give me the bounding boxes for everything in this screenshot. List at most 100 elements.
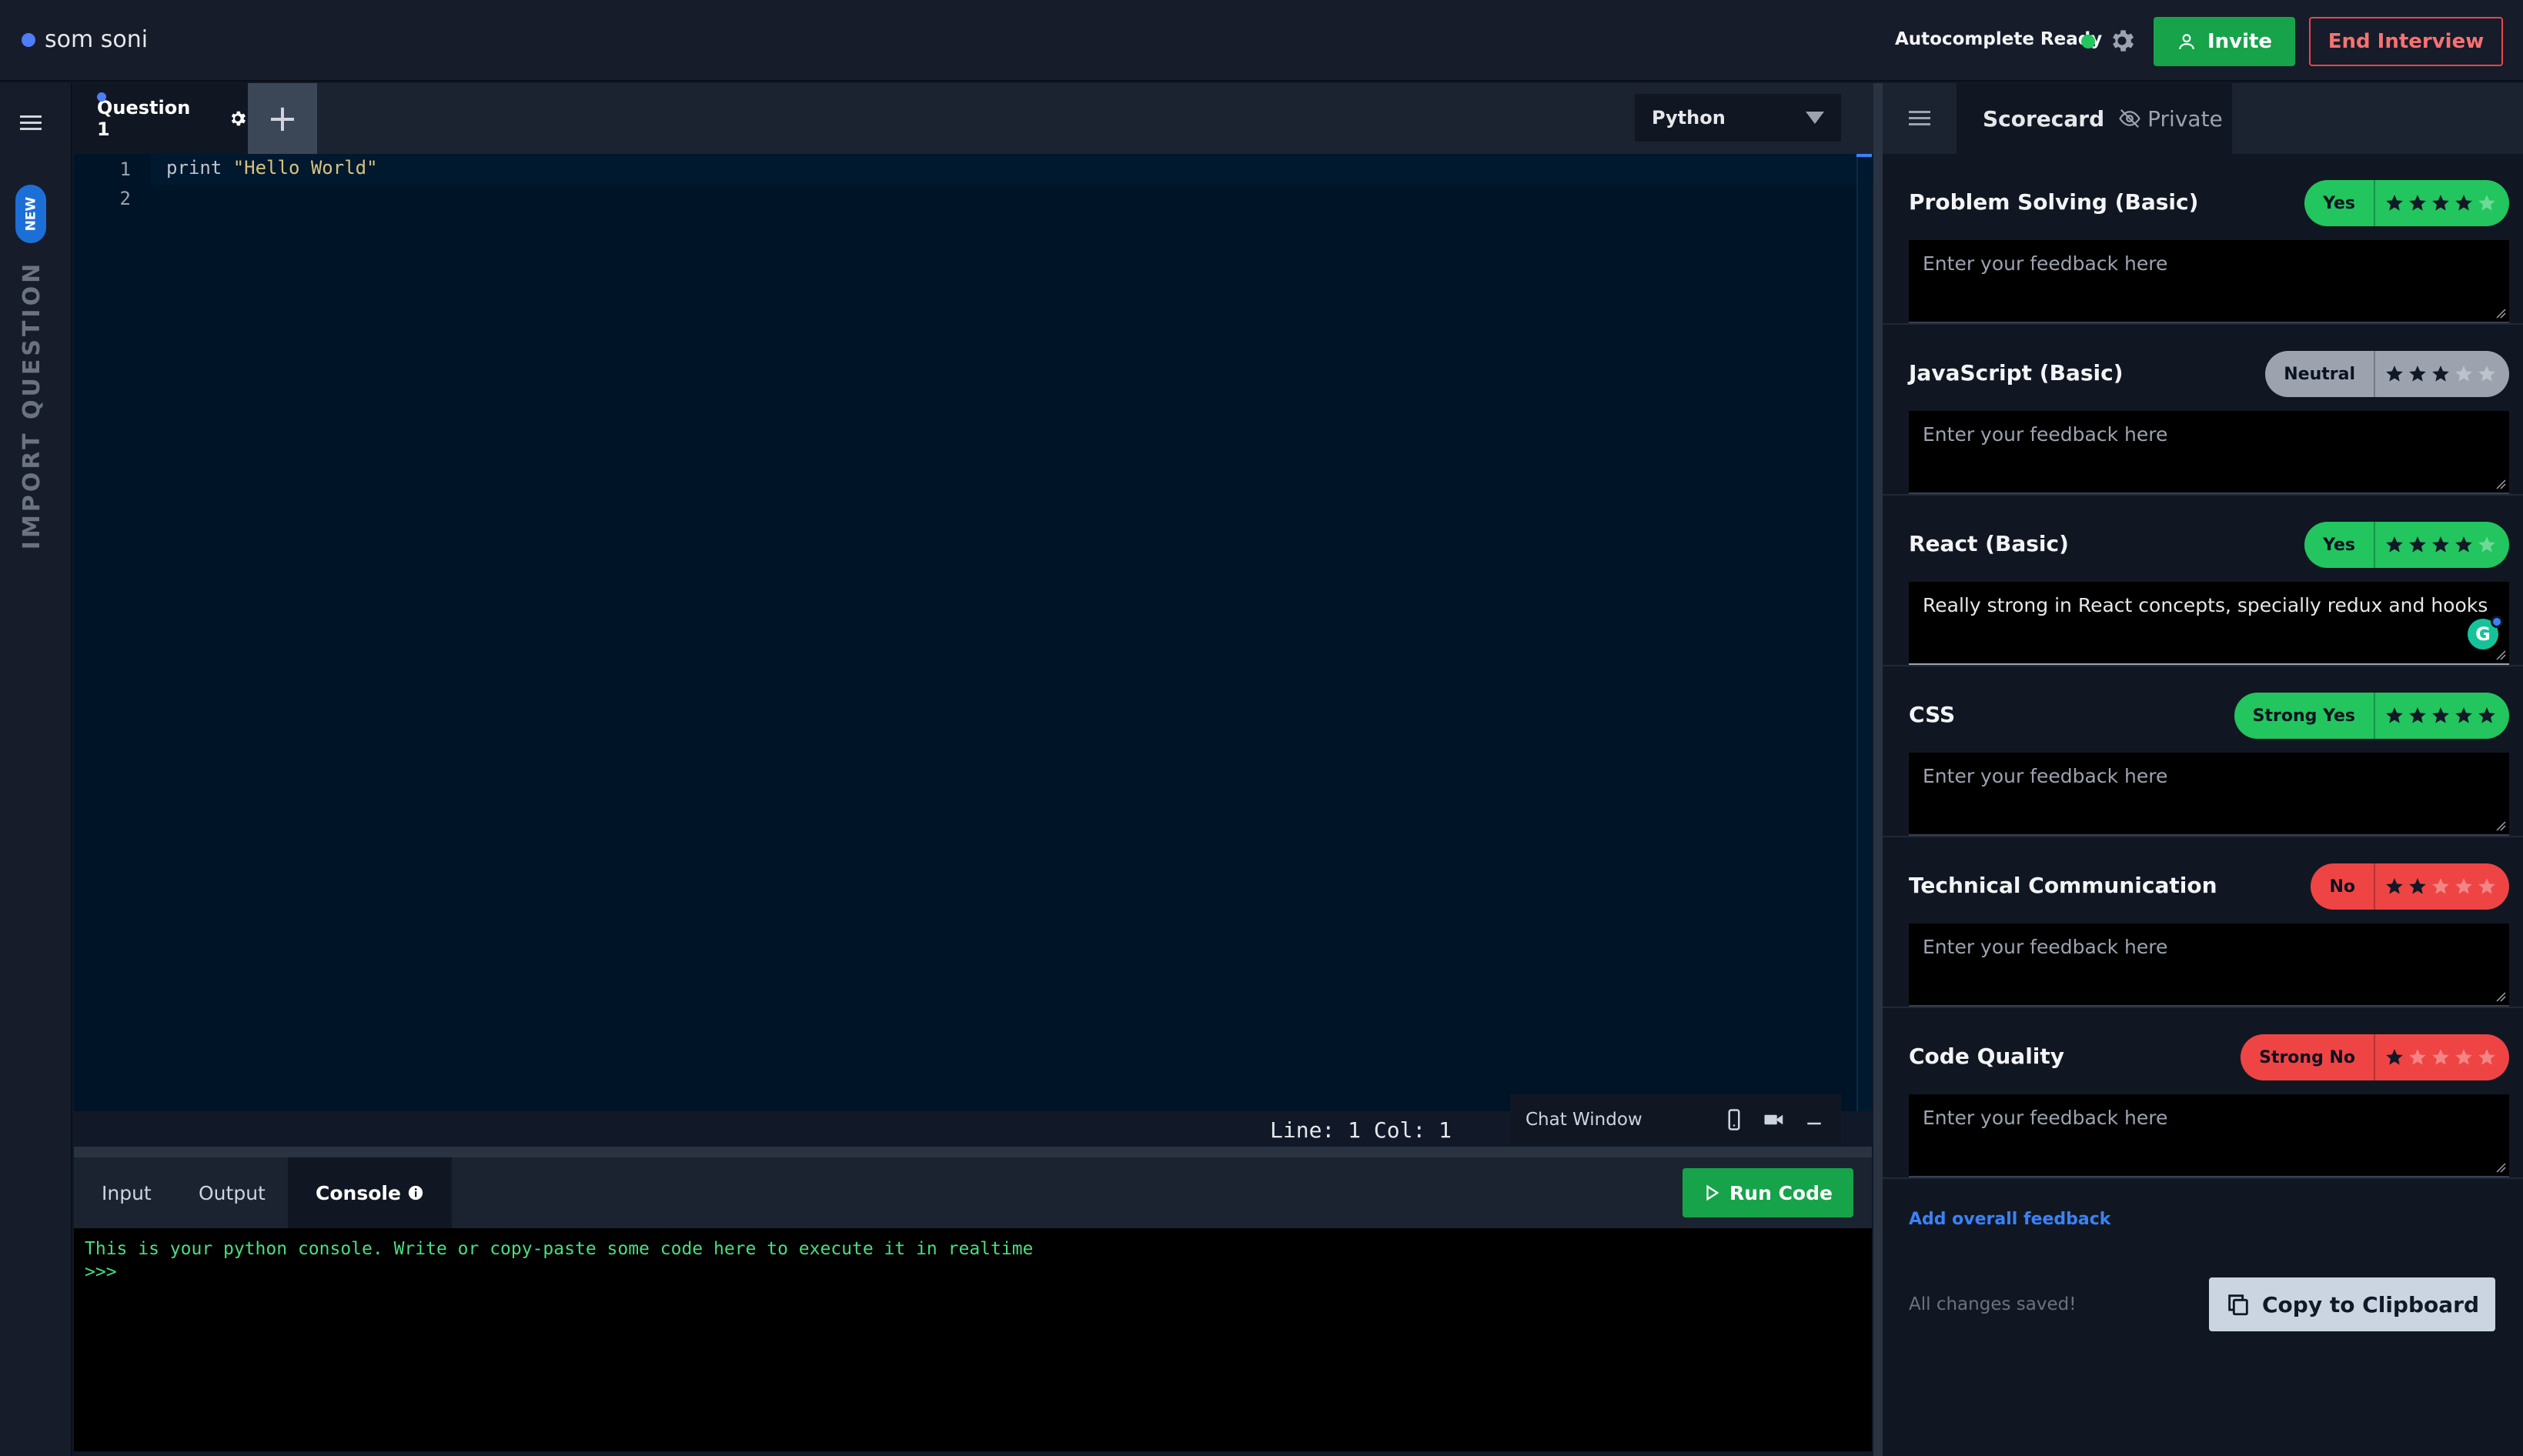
autocomplete-status: Autocomplete Ready [1895,29,2103,49]
star-icon[interactable] [2454,1047,2474,1067]
star-icon[interactable] [2454,364,2474,384]
code-editor[interactable]: 1 2 print "Hello World" [74,154,1929,1111]
star-icon[interactable] [2454,535,2474,555]
star-rating[interactable] [2374,863,2509,910]
tab-output[interactable]: Output [171,1157,293,1228]
private-indicator: Private [2118,106,2223,132]
star-icon[interactable] [2384,535,2404,555]
resize-handle-icon[interactable] [2495,650,2506,660]
feedback-textarea[interactable]: Enter your feedback here [1909,240,2509,323]
resize-handle-icon[interactable] [2495,991,2506,1002]
play-icon [1706,1184,1719,1201]
star-icon[interactable] [2431,364,2451,384]
import-question-button[interactable]: IMPORT QUESTION [17,243,48,566]
star-icon[interactable] [2431,535,2451,555]
rating-control[interactable]: Strong Yes [2234,693,2509,739]
star-icon[interactable] [2477,364,2497,384]
language-select[interactable]: Python [1635,94,1841,142]
feedback-textarea[interactable]: Really strong in React concepts, special… [1909,582,2509,665]
feedback-textarea[interactable]: Enter your feedback here [1909,1094,2509,1177]
star-icon[interactable] [2477,193,2497,213]
star-rating[interactable] [2374,693,2509,739]
tab-label: Question 1 [97,97,191,140]
tab-input[interactable]: Input [74,1157,179,1228]
add-overall-feedback-link[interactable]: Add overall feedback [1909,1210,2110,1229]
invite-button[interactable]: Invite [2154,17,2295,66]
star-icon[interactable] [2408,877,2428,897]
settings-gear-icon[interactable] [2107,26,2137,55]
star-icon[interactable] [2477,1047,2497,1067]
tab-settings-gear-icon[interactable] [228,109,248,129]
star-icon[interactable] [2454,193,2474,213]
star-icon[interactable] [2384,1047,2404,1067]
code-line[interactable]: print "Hello World" [166,157,378,179]
skill-name: Problem Solving (Basic) [1909,189,2199,215]
menu-icon[interactable] [20,114,42,132]
star-icon[interactable] [2477,877,2497,897]
editor-scrollbar[interactable] [1856,154,1872,1111]
tab-input-label: Input [102,1181,152,1204]
star-icon[interactable] [2384,193,2404,213]
star-icon[interactable] [2431,193,2451,213]
feedback-textarea[interactable]: Enter your feedback here [1909,923,2509,1007]
star-icon[interactable] [2454,706,2474,726]
rating-control[interactable]: Yes [2304,522,2509,568]
left-rail: NEW IMPORT QUESTION [0,83,72,1456]
resize-handle-icon[interactable] [2495,1162,2506,1173]
rating-control[interactable]: Neutral [2265,351,2509,397]
resize-handle-icon[interactable] [2495,479,2506,489]
end-interview-button[interactable]: End Interview [2309,17,2503,66]
run-code-button[interactable]: Run Code [1683,1168,1853,1217]
language-value: Python [1652,107,1726,129]
rating-control[interactable]: Yes [2304,180,2509,226]
rating-control[interactable]: No [2311,863,2509,910]
vertical-splitter[interactable] [1873,83,1883,1456]
star-icon[interactable] [2408,535,2428,555]
resize-handle-icon[interactable] [2495,308,2506,319]
minimize-icon[interactable] [1803,1108,1826,1131]
line-number: 1 [119,159,131,180]
star-icon[interactable] [2431,1047,2451,1067]
resize-handle-icon[interactable] [2495,820,2506,831]
feedback-text: Really strong in React concepts, special… [1923,594,2488,616]
star-rating[interactable] [2374,351,2509,397]
star-icon[interactable] [2408,193,2428,213]
star-icon[interactable] [2431,877,2451,897]
star-icon[interactable] [2477,535,2497,555]
skill-block: React (Basic) Yes Really strong in React c… [1883,496,2523,666]
star-icon[interactable] [2408,1047,2428,1067]
chat-window-bar[interactable]: Chat Window [1510,1094,1841,1145]
tab-console[interactable]: Console [288,1157,452,1228]
star-rating[interactable] [2374,1034,2509,1080]
star-icon[interactable] [2408,706,2428,726]
star-icon[interactable] [2431,706,2451,726]
console-prompt: >>> [85,1262,117,1282]
star-icon[interactable] [2384,364,2404,384]
console-line: This is your python console. Write or co… [85,1239,1034,1259]
scorecard-menu-icon[interactable] [1909,109,1930,128]
star-icon[interactable] [2408,364,2428,384]
tab-question-1[interactable]: Question 1 [74,83,248,154]
star-icon[interactable] [2454,877,2474,897]
video-camera-icon[interactable] [1763,1108,1786,1131]
tab-scorecard[interactable]: Scorecard Private [1957,83,2232,154]
star-icon[interactable] [2384,706,2404,726]
star-icon[interactable] [2384,877,2404,897]
feedback-placeholder: Enter your feedback here [1923,936,2168,958]
rating-label: No [2329,877,2355,897]
rating-control[interactable]: Strong No [2241,1034,2509,1080]
star-icon[interactable] [2477,706,2497,726]
python-console[interactable]: This is your python console. Write or co… [74,1228,1872,1451]
phone-icon[interactable] [1723,1108,1746,1131]
feedback-placeholder: Enter your feedback here [1923,765,2168,787]
feedback-textarea[interactable]: Enter your feedback here [1909,411,2509,494]
private-label: Private [2147,105,2223,132]
copy-to-clipboard-button[interactable]: Copy to Clipboard [2209,1277,2495,1331]
add-tab-button[interactable]: + [248,83,317,154]
new-badge-label: NEW [23,196,38,232]
star-rating[interactable] [2374,180,2509,226]
star-rating[interactable] [2374,522,2509,568]
feedback-textarea[interactable]: Enter your feedback here [1909,753,2509,836]
line-gutter: 1 2 [74,154,151,1111]
info-icon[interactable] [407,1184,424,1201]
